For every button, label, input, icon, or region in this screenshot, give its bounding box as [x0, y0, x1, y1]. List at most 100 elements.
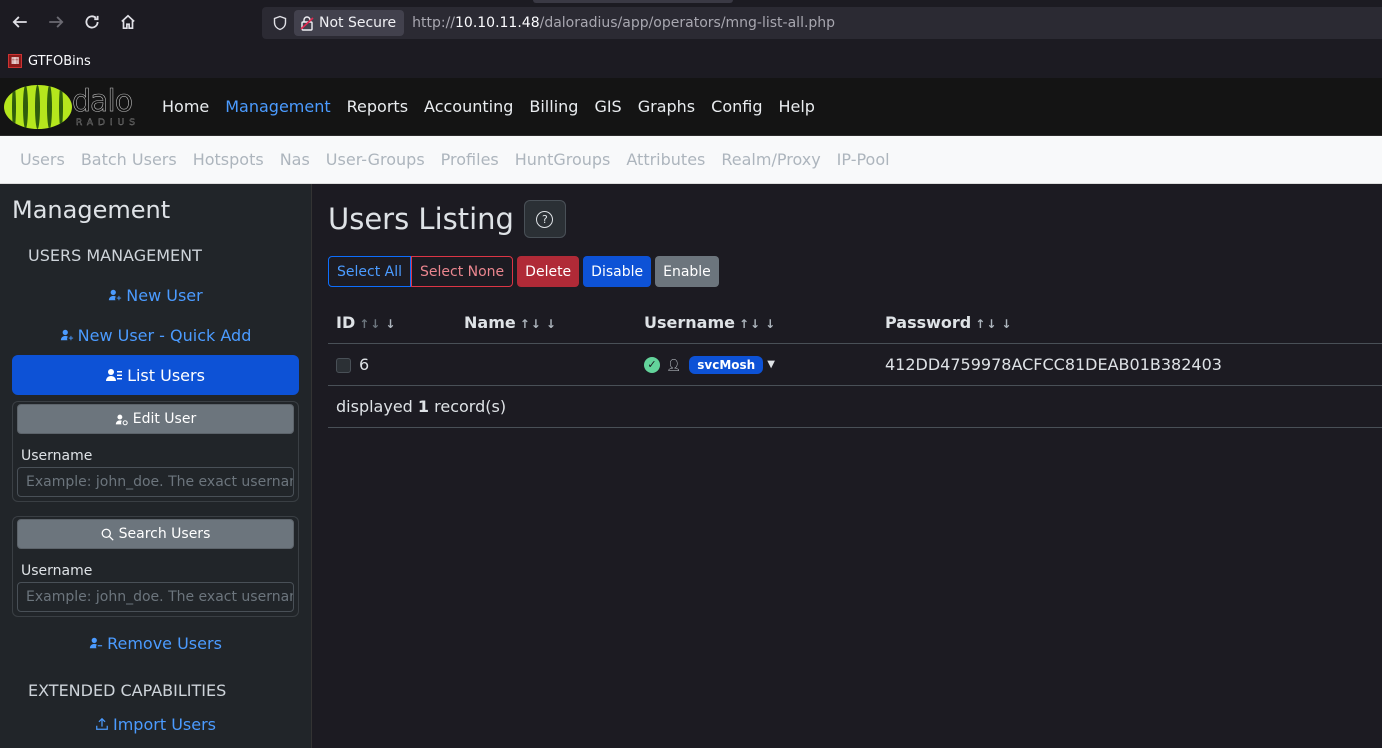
select-none-button[interactable]: Select None: [411, 256, 514, 287]
bookmark-label: GTFOBins: [28, 53, 91, 69]
edit-user-button[interactable]: Edit User: [17, 404, 294, 434]
sidebar-import-users[interactable]: Import Users: [12, 704, 299, 744]
logo-ball-icon: [4, 84, 72, 129]
subnav-realm-proxy[interactable]: Realm/Proxy: [721, 150, 820, 169]
check-circle-icon: ✓: [644, 356, 660, 373]
user-icon: 👤︎: [666, 357, 682, 372]
sub-navbar: Users Batch Users Hotspots Nas User-Grou…: [0, 136, 1382, 184]
sort-desc-icon[interactable]: ↓: [1001, 317, 1012, 331]
records-count: 1: [417, 396, 430, 416]
sort-desc-icon[interactable]: ↓: [546, 317, 557, 331]
url-scheme: http://: [412, 15, 455, 31]
search-icon: [101, 528, 114, 541]
sidebar-remove-users[interactable]: Remove Users: [12, 623, 299, 663]
main-content: Users Listing ? Select All Select None D…: [312, 184, 1382, 748]
caret-down-icon[interactable]: ▼: [767, 359, 775, 370]
sidebar-new-user-label: New User: [126, 285, 203, 305]
col-name-label: Name: [464, 313, 516, 333]
forward-icon[interactable]: [38, 4, 74, 40]
edit-username-input[interactable]: Example: john_doe. The exact username: [17, 467, 294, 497]
menu-gis[interactable]: GIS: [586, 97, 629, 116]
col-username: Username ↑↓ ↓: [636, 303, 877, 344]
records-prefix: displayed: [336, 396, 413, 416]
col-id-label: ID: [336, 313, 356, 333]
menu-help[interactable]: Help: [770, 97, 822, 116]
sort-desc-icon[interactable]: ↓: [765, 317, 776, 331]
disable-button[interactable]: Disable: [583, 256, 652, 287]
user-plus-icon: [109, 289, 122, 301]
sort-asc-icon[interactable]: ↑↓: [520, 317, 542, 331]
cell-username: ✓ 👤︎ svcMosh ▼: [636, 343, 877, 386]
subnav-ip-pool[interactable]: IP-Pool: [837, 150, 890, 169]
action-buttons: Select All Select None Delete Disable En…: [328, 256, 1382, 287]
sort-asc-icon[interactable]: ↑↓: [975, 317, 997, 331]
logo-word: dalo: [72, 83, 134, 119]
not-secure-badge[interactable]: Not Secure: [294, 10, 405, 36]
url-text[interactable]: http://10.10.11.48/daloradius/app/operat…: [412, 15, 835, 31]
app-navbar: dalo RADIUS Home Management Reports Acco…: [0, 78, 1382, 136]
user-remove-icon: [89, 637, 103, 649]
sidebar-new-user-quick[interactable]: New User - Quick Add: [12, 315, 299, 355]
menu-accounting[interactable]: Accounting: [416, 97, 521, 116]
sidebar: Management USERS MANAGEMENT New User New…: [0, 184, 312, 748]
question-icon: ?: [536, 210, 554, 228]
browser-toolbar: Not Secure http://10.10.11.48/daloradius…: [0, 0, 1382, 44]
subnav-user-groups[interactable]: User-Groups: [326, 150, 425, 169]
cell-password: 412DD4759978ACFCC81DEAB01B382403: [877, 343, 1382, 386]
sort-asc-icon[interactable]: ↑↓: [739, 317, 761, 331]
url-host: 10.10.11.48: [455, 15, 540, 31]
sort-asc-icon[interactable]: ↑↓: [359, 317, 381, 331]
search-username-input[interactable]: Example: john_doe. The exact username: [17, 582, 294, 612]
table-row: 6 ✓ 👤︎ svcMosh ▼ 412DD4759978ACFCC81DEAB01B…: [328, 343, 1382, 386]
reload-icon[interactable]: [74, 4, 110, 40]
home-icon[interactable]: [110, 4, 146, 40]
col-password: Password ↑↓ ↓: [877, 303, 1382, 344]
subnav-users[interactable]: Users: [20, 150, 65, 169]
tab-indicator: [533, 0, 733, 3]
menu-graphs[interactable]: Graphs: [630, 97, 703, 116]
sidebar-section-extended: EXTENDED CAPABILITIES: [28, 681, 227, 700]
search-users-button[interactable]: Search Users: [17, 519, 294, 549]
col-id: ID ↑↓ ↓: [328, 303, 456, 344]
col-name: Name ↑↓ ↓: [456, 303, 636, 344]
username-badge[interactable]: svcMosh: [689, 355, 764, 374]
sidebar-new-user[interactable]: New User: [12, 275, 299, 315]
col-username-label: Username: [644, 313, 735, 333]
sidebar-list-users[interactable]: List Users: [12, 355, 299, 395]
sidebar-remove-users-label: Remove Users: [107, 633, 222, 653]
sidebar-title: Management: [12, 196, 171, 224]
subnav-hotspots[interactable]: Hotspots: [193, 150, 264, 169]
subnav-huntgroups[interactable]: HuntGroups: [515, 150, 611, 169]
lock-broken-icon: [300, 16, 314, 31]
row-id: 6: [359, 354, 370, 374]
user-plus-icon: [60, 329, 73, 341]
table-footer-row: displayed 1 record(s): [328, 385, 1382, 428]
subnav-attributes[interactable]: Attributes: [626, 150, 705, 169]
menu-billing[interactable]: Billing: [521, 97, 586, 116]
bookmarks-bar: ▦ GTFOBins: [0, 44, 1382, 78]
subnav-batch-users[interactable]: Batch Users: [81, 150, 177, 169]
url-bar[interactable]: Not Secure http://10.10.11.48/daloradius…: [262, 7, 1382, 39]
help-button[interactable]: ?: [523, 200, 566, 238]
table-header-row: ID ↑↓ ↓ Name ↑↓ ↓ Username ↑↓ ↓ Password ↑↓ ↓: [328, 303, 1382, 344]
menu-management[interactable]: Management: [217, 97, 338, 116]
row-checkbox[interactable]: [336, 357, 351, 373]
users-table: ID ↑↓ ↓ Name ↑↓ ↓ Username ↑↓ ↓ Password ↑↓ ↓ 6 …: [328, 303, 1382, 428]
url-path: /daloradius/app/operators/mng-list-all.p…: [539, 15, 836, 31]
sidebar-import-users-label: Import Users: [113, 714, 216, 734]
shield-icon[interactable]: [266, 7, 294, 39]
menu-home[interactable]: Home: [154, 97, 217, 116]
back-icon[interactable]: [2, 4, 38, 40]
menu-config[interactable]: Config: [703, 97, 770, 116]
user-list-icon: [106, 369, 123, 381]
delete-button[interactable]: Delete: [517, 256, 580, 287]
select-all-button[interactable]: Select All: [328, 256, 411, 287]
daloradius-logo[interactable]: dalo RADIUS: [0, 78, 148, 136]
subnav-nas[interactable]: Nas: [280, 150, 310, 169]
subnav-profiles[interactable]: Profiles: [441, 150, 499, 169]
sort-desc-icon[interactable]: ↓: [385, 317, 396, 331]
col-password-label: Password: [885, 313, 972, 333]
bookmark-gtfobins[interactable]: ▦ GTFOBins: [8, 54, 91, 69]
menu-reports[interactable]: Reports: [339, 97, 416, 116]
enable-button[interactable]: Enable: [655, 256, 719, 287]
